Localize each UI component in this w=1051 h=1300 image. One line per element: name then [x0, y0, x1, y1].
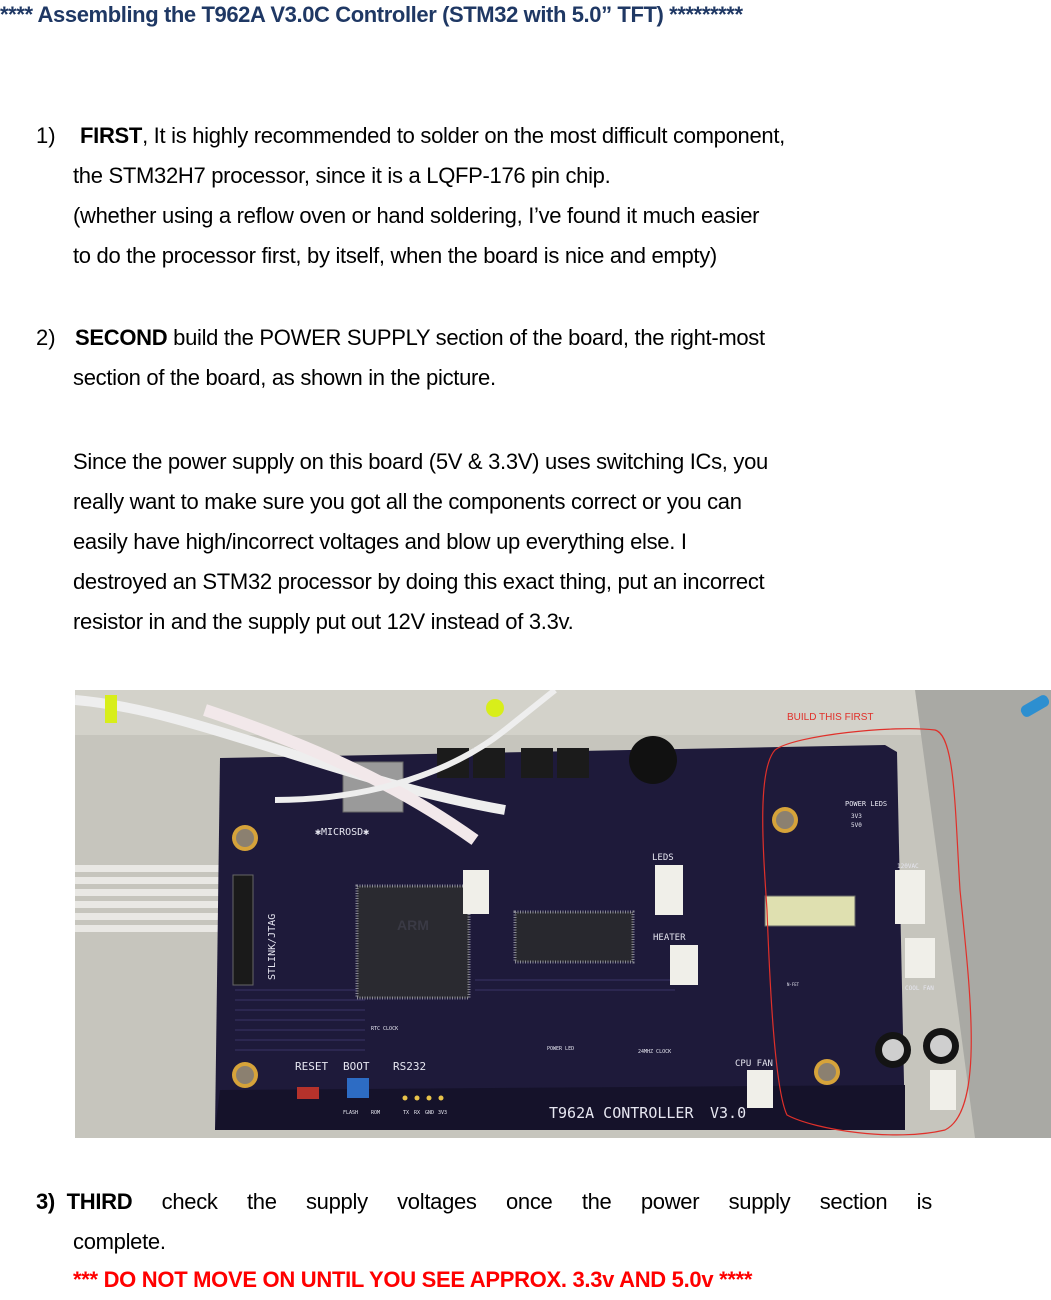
- silk-heater: HEATER: [653, 933, 686, 943]
- silk-24mhz-clock: 24MHZ CLOCK: [638, 1049, 671, 1055]
- ssr-heatsink: [764, 895, 856, 927]
- silk-power-leds: POWER LEDS: [845, 800, 887, 808]
- reset-button: [297, 1087, 319, 1099]
- silk-power-led: POWER LED: [547, 1046, 574, 1052]
- stm32-mcu-chip: [355, 884, 471, 1000]
- step-3-line-2: complete.: [73, 1229, 166, 1254]
- step-1-number: 1): [36, 123, 56, 148]
- step-1-line-3: (whether using a reflow oven or hand sol…: [73, 203, 760, 228]
- boot-jumper: [347, 1078, 369, 1098]
- silk-gnd: GND: [425, 1110, 434, 1116]
- silk-cpu-fan: CPU FAN: [735, 1059, 773, 1069]
- silk-stlink: STLINK/JTAG: [267, 914, 278, 980]
- silk-flash: FLASH: [343, 1110, 358, 1116]
- silk-board-name: T962A CONTROLLER: [549, 1104, 694, 1122]
- dc-connector: [930, 1070, 956, 1110]
- silk-rx: RX: [414, 1110, 420, 1116]
- step-2-note-line-5: resistor in and the supply put out 12V i…: [73, 609, 574, 634]
- silk-led-5v0: 5V0: [851, 822, 862, 829]
- silk-3v3: 3V3: [438, 1110, 447, 1116]
- silk-reset: RESET: [295, 1060, 328, 1073]
- jtag-header: [232, 874, 254, 986]
- zip-tie: [105, 695, 117, 723]
- step-3-line-1: 3) THIRD check the supply voltages once …: [36, 1182, 932, 1222]
- silk-leds: LEDS: [652, 853, 674, 863]
- ac-connector: [895, 870, 925, 924]
- zip-tie: [486, 699, 504, 717]
- step-2-note-line-3: easily have high/incorrect voltages and …: [73, 529, 687, 554]
- step-2-keyword: SECOND: [75, 325, 168, 350]
- silk-rom: ROM: [371, 1110, 380, 1116]
- step-1-line-4: to do the processor first, by itself, wh…: [73, 243, 717, 268]
- cpu-fan-connector: [747, 1070, 773, 1108]
- buzzer: [629, 736, 677, 784]
- silk-rs232: RS232: [393, 1060, 426, 1073]
- silk-version: V3.0: [710, 1104, 746, 1122]
- step-3-number: 3): [36, 1189, 55, 1214]
- silk-nfet: N-FET: [787, 982, 800, 987]
- lcd-connector: [463, 870, 489, 914]
- sdram-chip: [513, 910, 635, 964]
- build-first-annotation: BUILD THIS FIRST: [787, 712, 874, 723]
- chip-logo: ARM: [397, 917, 429, 933]
- cool-fan-connector: [905, 938, 935, 978]
- step-1-keyword: FIRST: [80, 123, 143, 148]
- step-2-line-2: section of the board, as shown in the pi…: [73, 365, 496, 390]
- silk-cool-fan: COOL FAN: [905, 985, 934, 992]
- step-1-line-2: the STM32H7 processor, since it is a LQF…: [73, 163, 611, 188]
- step-3-keyword: THIRD: [66, 1189, 133, 1214]
- leds-connector: [655, 865, 683, 915]
- document-title: **** Assembling the T962A V3.0C Controll…: [0, 2, 743, 27]
- heater-connector: [670, 945, 698, 985]
- silk-120vac: 120VAC: [897, 863, 919, 870]
- step-2-line-1: SECOND build the POWER SUPPLY section of…: [75, 325, 765, 350]
- step-3-justified-line: 3) THIRD check the supply voltages once …: [36, 1189, 932, 1214]
- silk-tx: TX: [403, 1110, 409, 1116]
- pcb-illustration: ARM ✱MICROSD✱ STLINK/JTAG RESET BOOT RS2…: [75, 690, 1051, 1138]
- step-2-number: 2): [36, 325, 56, 350]
- step-3-warning: *** DO NOT MOVE ON UNTIL YOU SEE APPROX.…: [73, 1267, 753, 1292]
- silk-microsd: ✱MICROSD✱: [315, 827, 369, 838]
- step-2-note-line-4: destroyed an STM32 processor by doing th…: [73, 569, 765, 594]
- silk-boot: BOOT: [343, 1060, 370, 1073]
- silk-rtc-clock: RTC CLOCK: [371, 1026, 398, 1032]
- silk-led-3v3: 3V3: [851, 813, 862, 820]
- step-2-note-line-1: Since the power supply on this board (5V…: [73, 449, 768, 474]
- step-2-note-line-2: really want to make sure you got all the…: [73, 489, 742, 514]
- pcb-photo: ARM ✱MICROSD✱ STLINK/JTAG RESET BOOT RS2…: [75, 690, 1051, 1138]
- step-1-line-1: FIRST, It is highly recommended to solde…: [80, 123, 785, 148]
